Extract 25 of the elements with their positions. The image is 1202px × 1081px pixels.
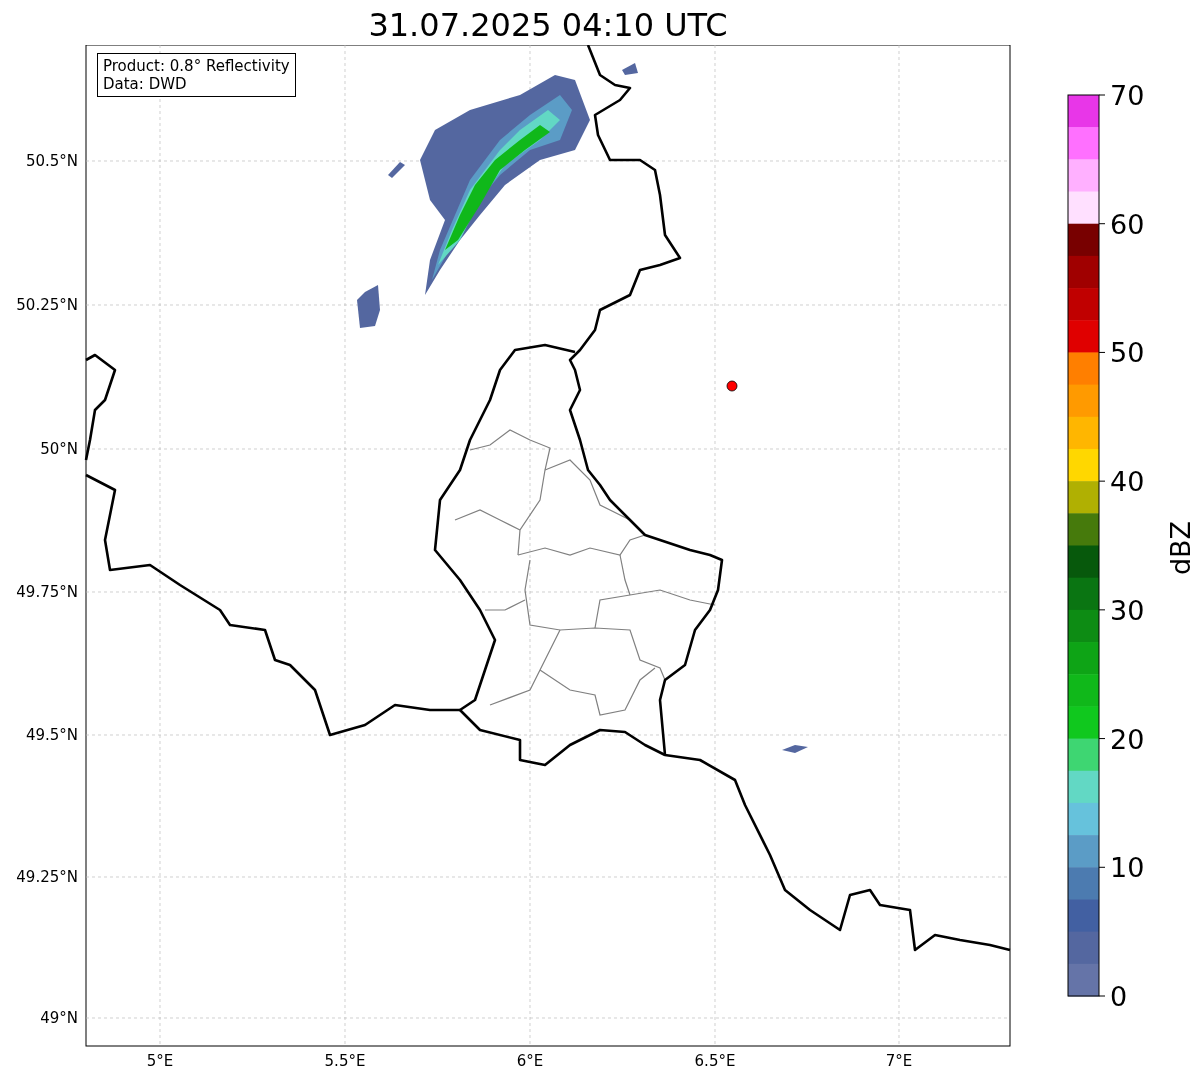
map-title: 31.07.2025 04:10 UTC [368, 5, 728, 45]
colorbar-tick-label: 30 [1110, 594, 1145, 626]
colorbar-tick-label: 40 [1110, 466, 1145, 498]
colorbar-tick-label: 70 [1110, 80, 1145, 111]
location-marker [726, 380, 738, 392]
colorbar-tick-label: 10 [1110, 852, 1145, 884]
latitude-label: 49.25°N [16, 868, 78, 886]
colorbar-tick-label: 50 [1110, 337, 1145, 369]
latitude-label: 50°N [40, 440, 78, 458]
colorbar-tick-label: 20 [1110, 723, 1145, 755]
colorbar-tick-label: 0 [1110, 981, 1128, 1012]
latitude-label: 50.25°N [16, 296, 78, 314]
latitude-label: 49°N [40, 1009, 78, 1027]
longitude-label: 5.5°E [324, 1052, 366, 1070]
latitude-label: 49.75°N [16, 583, 78, 601]
latitude-label: 49.5°N [25, 726, 78, 744]
colorbar-label: dBZ [1165, 520, 1196, 576]
longitude-label: 5°E [146, 1052, 174, 1070]
colorbar-tick-label: 60 [1110, 208, 1145, 240]
longitude-label: 6°E [516, 1052, 544, 1070]
info-text: Data: DWD [103, 75, 188, 93]
info-text: Product: 0.8° Reflectivity [103, 57, 290, 75]
longitude-label: 6.5°E [694, 1052, 736, 1070]
latitude-label: 50.5°N [25, 152, 78, 170]
longitude-label: 7°E [885, 1052, 913, 1070]
